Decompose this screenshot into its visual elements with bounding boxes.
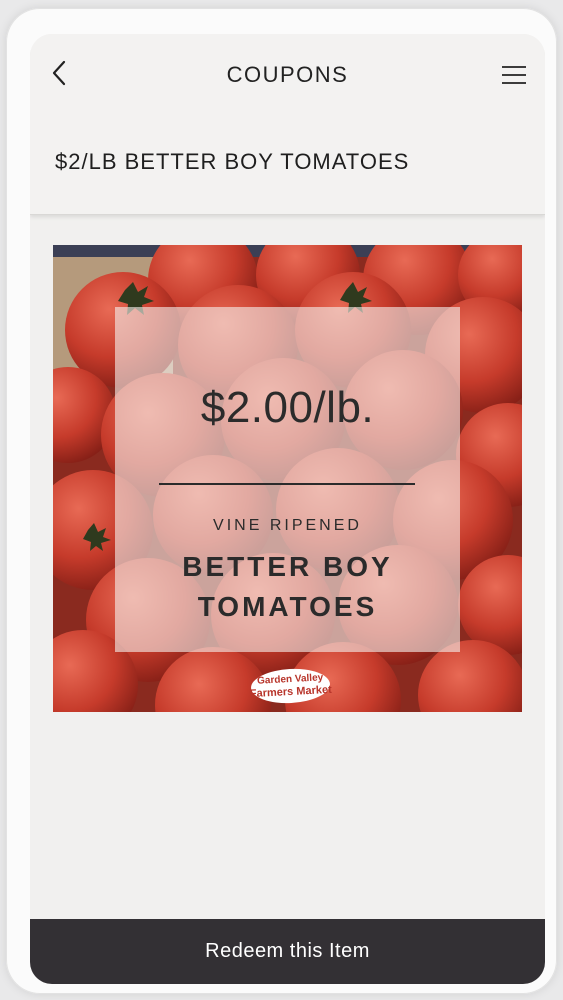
hamburger-menu-icon [502,66,526,84]
page-title: COUPONS [226,62,349,87]
product-name: BETTER BOY TOMATOES [115,547,460,627]
coupon-subtitle: VINE RIPENED [213,517,362,534]
price-overlay-card: $2.00/lb. VINE RIPENED BETTER BOY TOMATO… [115,307,460,652]
coupon-price: $2.00/lb. [200,383,375,432]
app-header: COUPONS $2/LB BETTER BOY TOMATOES [30,34,545,215]
divider-line [159,483,415,485]
coupon-title: $2/LB BETTER BOY TOMATOES [55,149,410,174]
product-name-line2: TOMATOES [197,591,378,622]
menu-button[interactable] [497,60,531,90]
app-screen: COUPONS $2/LB BETTER BOY TOMATOES $2.00/… [30,34,545,984]
redeem-button[interactable]: Redeem this Item [30,919,545,984]
product-name-line1: BETTER BOY [182,551,393,582]
coupon-image: $2.00/lb. VINE RIPENED BETTER BOY TOMATO… [53,245,522,712]
phone-frame: COUPONS $2/LB BETTER BOY TOMATOES $2.00/… [6,8,557,994]
